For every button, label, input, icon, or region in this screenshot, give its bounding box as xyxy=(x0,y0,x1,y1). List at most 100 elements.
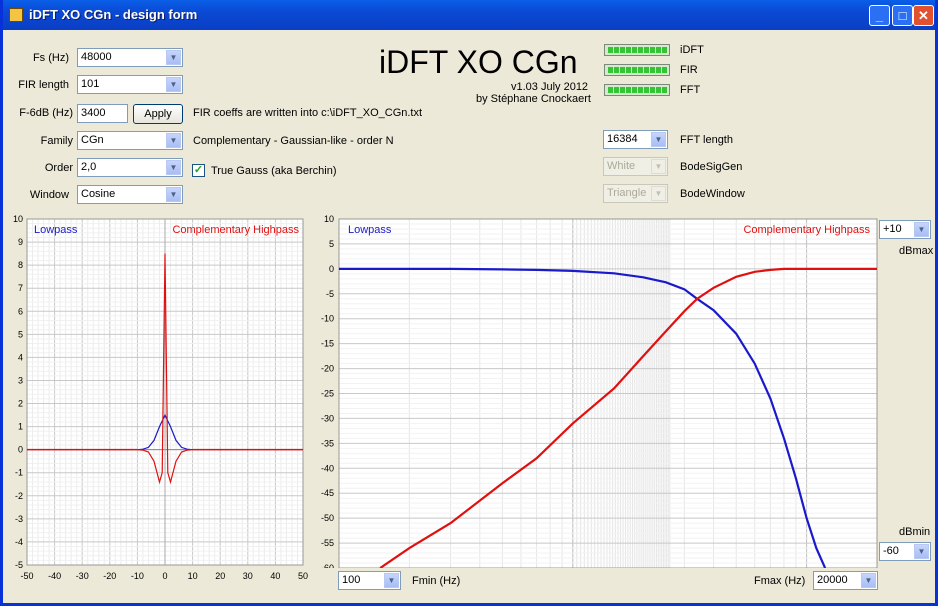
minimize-button[interactable]: _ xyxy=(869,5,890,26)
chevron-down-icon[interactable]: ▼ xyxy=(914,222,929,237)
fft-indicator xyxy=(604,84,670,96)
x-tick-label: 30 xyxy=(243,571,253,581)
led-segment xyxy=(644,87,649,93)
led-segment xyxy=(620,87,625,93)
y-tick-label: -60 xyxy=(321,563,334,568)
fir-length-select[interactable]: 101 ▼ xyxy=(77,75,183,94)
bode-highpass-legend: Complementary Highpass xyxy=(743,224,870,236)
y-tick-label: -45 xyxy=(321,488,334,498)
fft-length-label: FFT length xyxy=(680,134,733,146)
led-segment xyxy=(662,67,667,73)
led-segment xyxy=(650,87,655,93)
fft-length-value: 16384 xyxy=(607,133,638,145)
family-select[interactable]: CGn ▼ xyxy=(77,131,183,150)
x-tick-label: 40 xyxy=(270,571,280,581)
y-tick-label: -50 xyxy=(321,513,334,523)
y-tick-label: 0 xyxy=(18,445,23,455)
dbmin-label: dBmin xyxy=(899,526,931,538)
chevron-down-icon[interactable]: ▼ xyxy=(651,159,666,174)
fmax-select[interactable]: 20000 ▼ xyxy=(813,571,878,590)
led-segment xyxy=(656,47,661,53)
y-tick-label: -3 xyxy=(15,514,23,524)
bode-siggen-select[interactable]: White ▼ xyxy=(603,157,668,176)
title-bar[interactable]: iDFT XO CGn - design form _ □ ✕ xyxy=(3,0,935,30)
chevron-down-icon[interactable]: ▼ xyxy=(651,132,666,147)
led-segment xyxy=(626,47,631,53)
bode-plot-chart: 1050-5-10-15-20-25-30-35-40-45-50-55-60 … xyxy=(321,214,878,568)
y-tick-label: 5 xyxy=(329,239,334,249)
y-tick-label: -20 xyxy=(321,364,334,374)
x-tick-label: 50 xyxy=(298,571,308,581)
y-tick-label: -25 xyxy=(321,389,334,399)
y-tick-label: -30 xyxy=(321,413,334,423)
window-value: Cosine xyxy=(81,188,116,200)
author-text: by Stéphane Cnockaert xyxy=(476,93,591,105)
x-tick-label: -10 xyxy=(131,571,144,581)
bode-window-label: BodeWindow xyxy=(680,188,745,200)
bode-siggen-value: White xyxy=(607,160,636,172)
chevron-down-icon[interactable]: ▼ xyxy=(651,186,666,201)
family-description: Complementary - Gaussian-like - order N xyxy=(193,135,394,147)
y-tick-label: 6 xyxy=(18,306,23,316)
maximize-button[interactable]: □ xyxy=(892,5,913,26)
y-tick-label: 4 xyxy=(18,352,23,362)
led-segment xyxy=(620,67,625,73)
x-tick-label: 10 xyxy=(188,571,198,581)
close-button[interactable]: ✕ xyxy=(913,5,934,26)
led-segment xyxy=(662,47,667,53)
fs-select[interactable]: 48000 ▼ xyxy=(77,48,183,67)
chevron-down-icon[interactable]: ▼ xyxy=(166,160,181,175)
apply-button[interactable]: Apply xyxy=(133,104,183,124)
x-tick-label: -20 xyxy=(103,571,116,581)
fs-label: Fs (Hz) xyxy=(32,52,69,64)
chevron-down-icon[interactable]: ▼ xyxy=(166,50,181,65)
impulse-response-chart: 109876543210-1-2-3-4-5-50 -40 -30 -20 -10 0 10… xyxy=(13,214,308,581)
fmin-label: Fmin (Hz) xyxy=(412,575,461,587)
y-tick-label: -2 xyxy=(15,491,23,501)
y-tick-label: 10 xyxy=(13,214,23,224)
y-tick-label: 1 xyxy=(18,422,23,432)
app-icon[interactable] xyxy=(9,8,23,22)
fmin-select[interactable]: 100 ▼ xyxy=(338,571,401,590)
chevron-down-icon[interactable]: ▼ xyxy=(861,573,876,588)
y-tick-label: -15 xyxy=(321,339,334,349)
led-segment xyxy=(614,67,619,73)
dbmax-select[interactable]: +10 ▼ xyxy=(879,220,931,239)
fir-indicator-label: FIR xyxy=(680,64,698,76)
chevron-down-icon[interactable]: ▼ xyxy=(914,544,929,559)
chevron-down-icon[interactable]: ▼ xyxy=(166,133,181,148)
fft-length-select[interactable]: 16384 ▼ xyxy=(603,130,668,149)
x-tick-label: -50 xyxy=(20,571,33,581)
y-tick-label: 0 xyxy=(329,264,334,274)
led-segment xyxy=(632,47,637,53)
dbmax-value: +10 xyxy=(883,223,902,235)
window-select[interactable]: Cosine ▼ xyxy=(77,185,183,204)
f6db-input[interactable]: 3400 xyxy=(77,104,128,123)
f6db-label: F-6dB (Hz) xyxy=(19,107,73,119)
fmax-label: Fmax (Hz) xyxy=(754,575,806,587)
fft-indicator-label: FFT xyxy=(680,84,701,96)
dbmin-value: -60 xyxy=(883,545,899,557)
true-gauss-checkbox[interactable]: ✓ xyxy=(192,164,205,177)
dbmin-select[interactable]: -60 ▼ xyxy=(879,542,931,561)
bode-window-select[interactable]: Triangle ▼ xyxy=(603,184,668,203)
led-segment xyxy=(626,87,631,93)
order-select[interactable]: 2,0 ▼ xyxy=(77,158,183,177)
y-tick-label: -1 xyxy=(15,468,23,478)
led-segment xyxy=(656,67,661,73)
led-segment xyxy=(608,67,613,73)
fmin-value: 100 xyxy=(342,574,361,586)
chevron-down-icon[interactable]: ▼ xyxy=(384,573,399,588)
led-segment xyxy=(656,87,661,93)
true-gauss-label: True Gauss (aka Berchin) xyxy=(211,165,337,177)
y-tick-label: 7 xyxy=(18,283,23,293)
bode-tick-labels: 10 5 0 -5 -10 -15 -20 -25 -30 -35 -40 -45 -50 -55 -60 xyxy=(321,214,334,568)
fs-value: 48000 xyxy=(81,51,112,63)
chevron-down-icon[interactable]: ▼ xyxy=(166,77,181,92)
impulse-highpass-legend: Complementary Highpass xyxy=(172,224,299,236)
chevron-down-icon[interactable]: ▼ xyxy=(166,187,181,202)
y-tick-label: 5 xyxy=(18,329,23,339)
y-tick-label: 9 xyxy=(18,237,23,247)
idft-indicator xyxy=(604,44,670,56)
led-segment xyxy=(662,87,667,93)
